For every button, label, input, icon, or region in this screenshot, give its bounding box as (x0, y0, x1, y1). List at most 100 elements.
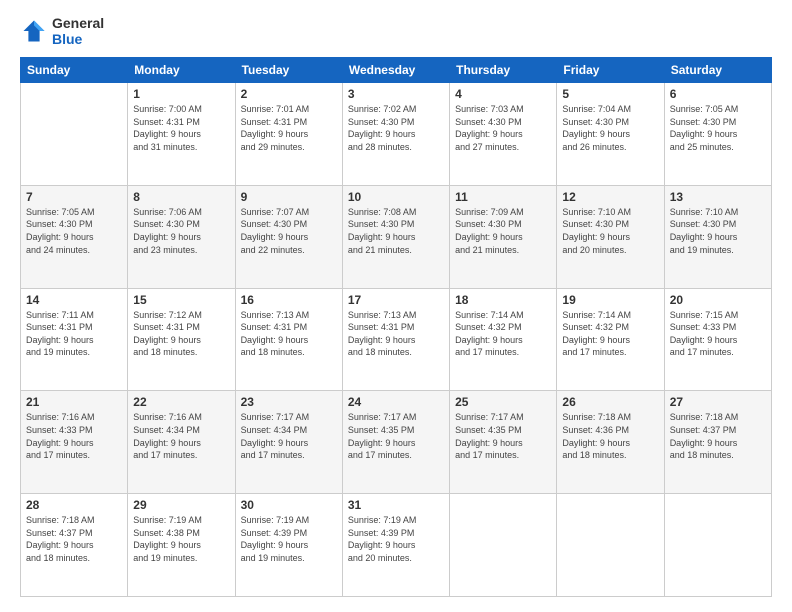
day-number: 13 (670, 190, 766, 204)
day-info: Sunrise: 7:16 AM Sunset: 4:34 PM Dayligh… (133, 411, 229, 461)
calendar-cell: 27 Sunrise: 7:18 AM Sunset: 4:37 PM Dayli… (664, 391, 771, 494)
logo-text: General Blue (52, 15, 104, 47)
calendar-week-3: 21 Sunrise: 7:16 AM Sunset: 4:33 PM Dayli… (21, 391, 772, 494)
weekday-header-monday: Monday (128, 58, 235, 83)
day-info: Sunrise: 7:10 AM Sunset: 4:30 PM Dayligh… (670, 206, 766, 256)
day-info: Sunrise: 7:13 AM Sunset: 4:31 PM Dayligh… (348, 309, 444, 359)
calendar-cell: 15Sunrise: 7:12 AM Sunset: 4:31 PM Dayli… (128, 288, 235, 391)
day-number: 12 (562, 190, 658, 204)
calendar-table: SundayMondayTuesdayWednesdayThursdayFrid… (20, 57, 772, 597)
day-number: 29 (133, 498, 229, 512)
calendar-cell: 24 Sunrise: 7:17 AM Sunset: 4:35 PM Dayli… (342, 391, 449, 494)
day-number: 30 (241, 498, 337, 512)
weekday-header-friday: Friday (557, 58, 664, 83)
day-number: 14 (26, 293, 122, 307)
calendar-cell: 20 Sunrise: 7:15 AM Sunset: 4:33 PM Dayli… (664, 288, 771, 391)
day-info: Sunrise: 7:03 AM Sunset: 4:30 PM Dayligh… (455, 103, 551, 153)
day-info: Sunrise: 7:06 AM Sunset: 4:30 PM Dayligh… (133, 206, 229, 256)
calendar-cell: 4 Sunrise: 7:03 AM Sunset: 4:30 PM Daylig… (450, 83, 557, 186)
calendar-cell (664, 494, 771, 597)
calendar-cell: 8Sunrise: 7:06 AM Sunset: 4:30 PM Daylig… (128, 185, 235, 288)
day-number: 26 (562, 395, 658, 409)
day-number: 24 (348, 395, 444, 409)
calendar-cell: 29 Sunrise: 7:19 AM Sunset: 4:38 PM Dayli… (128, 494, 235, 597)
day-info: Sunrise: 7:12 AM Sunset: 4:31 PM Dayligh… (133, 309, 229, 359)
day-info: Sunrise: 7:13 AM Sunset: 4:31 PM Dayligh… (241, 309, 337, 359)
weekday-header-wednesday: Wednesday (342, 58, 449, 83)
calendar-week-1: 7Sunrise: 7:05 AM Sunset: 4:30 PM Daylig… (21, 185, 772, 288)
day-number: 19 (562, 293, 658, 307)
calendar-cell: 16Sunrise: 7:13 AM Sunset: 4:31 PM Dayli… (235, 288, 342, 391)
calendar-cell: 1 Sunrise: 7:00 AM Sunset: 4:31 PM Daylig… (128, 83, 235, 186)
day-info: Sunrise: 7:15 AM Sunset: 4:33 PM Dayligh… (670, 309, 766, 359)
logo: General Blue (20, 15, 104, 47)
calendar-cell: 5Sunrise: 7:04 AM Sunset: 4:30 PM Daylig… (557, 83, 664, 186)
calendar-cell: 26 Sunrise: 7:18 AM Sunset: 4:36 PM Dayli… (557, 391, 664, 494)
calendar-cell (557, 494, 664, 597)
day-number: 22 (133, 395, 229, 409)
calendar-cell: 21 Sunrise: 7:16 AM Sunset: 4:33 PM Dayli… (21, 391, 128, 494)
calendar-cell: 6 Sunrise: 7:05 AM Sunset: 4:30 PM Daylig… (664, 83, 771, 186)
day-number: 6 (670, 87, 766, 101)
day-number: 27 (670, 395, 766, 409)
calendar-cell (21, 83, 128, 186)
day-info: Sunrise: 7:17 AM Sunset: 4:35 PM Dayligh… (348, 411, 444, 461)
day-info: Sunrise: 7:19 AM Sunset: 4:39 PM Dayligh… (241, 514, 337, 564)
day-info: Sunrise: 7:09 AM Sunset: 4:30 PM Dayligh… (455, 206, 551, 256)
calendar-cell: 19 Sunrise: 7:14 AM Sunset: 4:32 PM Dayli… (557, 288, 664, 391)
day-info: Sunrise: 7:10 AM Sunset: 4:30 PM Dayligh… (562, 206, 658, 256)
day-info: Sunrise: 7:18 AM Sunset: 4:37 PM Dayligh… (670, 411, 766, 461)
calendar-cell: 9Sunrise: 7:07 AM Sunset: 4:30 PM Daylig… (235, 185, 342, 288)
calendar-cell: 14 Sunrise: 7:11 AM Sunset: 4:31 PM Dayli… (21, 288, 128, 391)
day-number: 25 (455, 395, 551, 409)
calendar-week-0: 1 Sunrise: 7:00 AM Sunset: 4:31 PM Daylig… (21, 83, 772, 186)
day-info: Sunrise: 7:05 AM Sunset: 4:30 PM Dayligh… (670, 103, 766, 153)
day-info: Sunrise: 7:01 AM Sunset: 4:31 PM Dayligh… (241, 103, 337, 153)
day-info: Sunrise: 7:16 AM Sunset: 4:33 PM Dayligh… (26, 411, 122, 461)
calendar-cell: 11 Sunrise: 7:09 AM Sunset: 4:30 PM Dayli… (450, 185, 557, 288)
day-number: 17 (348, 293, 444, 307)
calendar-cell: 12 Sunrise: 7:10 AM Sunset: 4:30 PM Dayli… (557, 185, 664, 288)
day-number: 21 (26, 395, 122, 409)
day-info: Sunrise: 7:18 AM Sunset: 4:37 PM Dayligh… (26, 514, 122, 564)
day-number: 23 (241, 395, 337, 409)
day-info: Sunrise: 7:19 AM Sunset: 4:39 PM Dayligh… (348, 514, 444, 564)
weekday-header-saturday: Saturday (664, 58, 771, 83)
calendar-cell: 2 Sunrise: 7:01 AM Sunset: 4:31 PM Daylig… (235, 83, 342, 186)
day-info: Sunrise: 7:08 AM Sunset: 4:30 PM Dayligh… (348, 206, 444, 256)
day-number: 31 (348, 498, 444, 512)
weekday-header-row: SundayMondayTuesdayWednesdayThursdayFrid… (21, 58, 772, 83)
calendar-cell: 13 Sunrise: 7:10 AM Sunset: 4:30 PM Dayli… (664, 185, 771, 288)
calendar-cell: 3 Sunrise: 7:02 AM Sunset: 4:30 PM Daylig… (342, 83, 449, 186)
day-number: 3 (348, 87, 444, 101)
calendar-cell: 23 Sunrise: 7:17 AM Sunset: 4:34 PM Dayli… (235, 391, 342, 494)
calendar-cell: 17 Sunrise: 7:13 AM Sunset: 4:31 PM Dayli… (342, 288, 449, 391)
day-info: Sunrise: 7:14 AM Sunset: 4:32 PM Dayligh… (455, 309, 551, 359)
header: General Blue (20, 15, 772, 47)
day-number: 20 (670, 293, 766, 307)
page: General Blue SundayMondayTuesdayWednesda… (0, 0, 792, 612)
day-number: 4 (455, 87, 551, 101)
day-info: Sunrise: 7:07 AM Sunset: 4:30 PM Dayligh… (241, 206, 337, 256)
calendar-cell (450, 494, 557, 597)
day-info: Sunrise: 7:00 AM Sunset: 4:31 PM Dayligh… (133, 103, 229, 153)
day-info: Sunrise: 7:14 AM Sunset: 4:32 PM Dayligh… (562, 309, 658, 359)
day-info: Sunrise: 7:18 AM Sunset: 4:36 PM Dayligh… (562, 411, 658, 461)
day-number: 28 (26, 498, 122, 512)
weekday-header-thursday: Thursday (450, 58, 557, 83)
calendar-cell: 28 Sunrise: 7:18 AM Sunset: 4:37 PM Dayli… (21, 494, 128, 597)
day-info: Sunrise: 7:05 AM Sunset: 4:30 PM Dayligh… (26, 206, 122, 256)
calendar-cell: 25Sunrise: 7:17 AM Sunset: 4:35 PM Dayli… (450, 391, 557, 494)
calendar-cell: 22 Sunrise: 7:16 AM Sunset: 4:34 PM Dayli… (128, 391, 235, 494)
day-info: Sunrise: 7:02 AM Sunset: 4:30 PM Dayligh… (348, 103, 444, 153)
day-number: 18 (455, 293, 551, 307)
day-info: Sunrise: 7:19 AM Sunset: 4:38 PM Dayligh… (133, 514, 229, 564)
day-info: Sunrise: 7:17 AM Sunset: 4:34 PM Dayligh… (241, 411, 337, 461)
day-info: Sunrise: 7:11 AM Sunset: 4:31 PM Dayligh… (26, 309, 122, 359)
day-number: 2 (241, 87, 337, 101)
day-number: 11 (455, 190, 551, 204)
weekday-header-sunday: Sunday (21, 58, 128, 83)
logo-icon (20, 17, 48, 45)
calendar-cell: 7Sunrise: 7:05 AM Sunset: 4:30 PM Daylig… (21, 185, 128, 288)
day-number: 1 (133, 87, 229, 101)
